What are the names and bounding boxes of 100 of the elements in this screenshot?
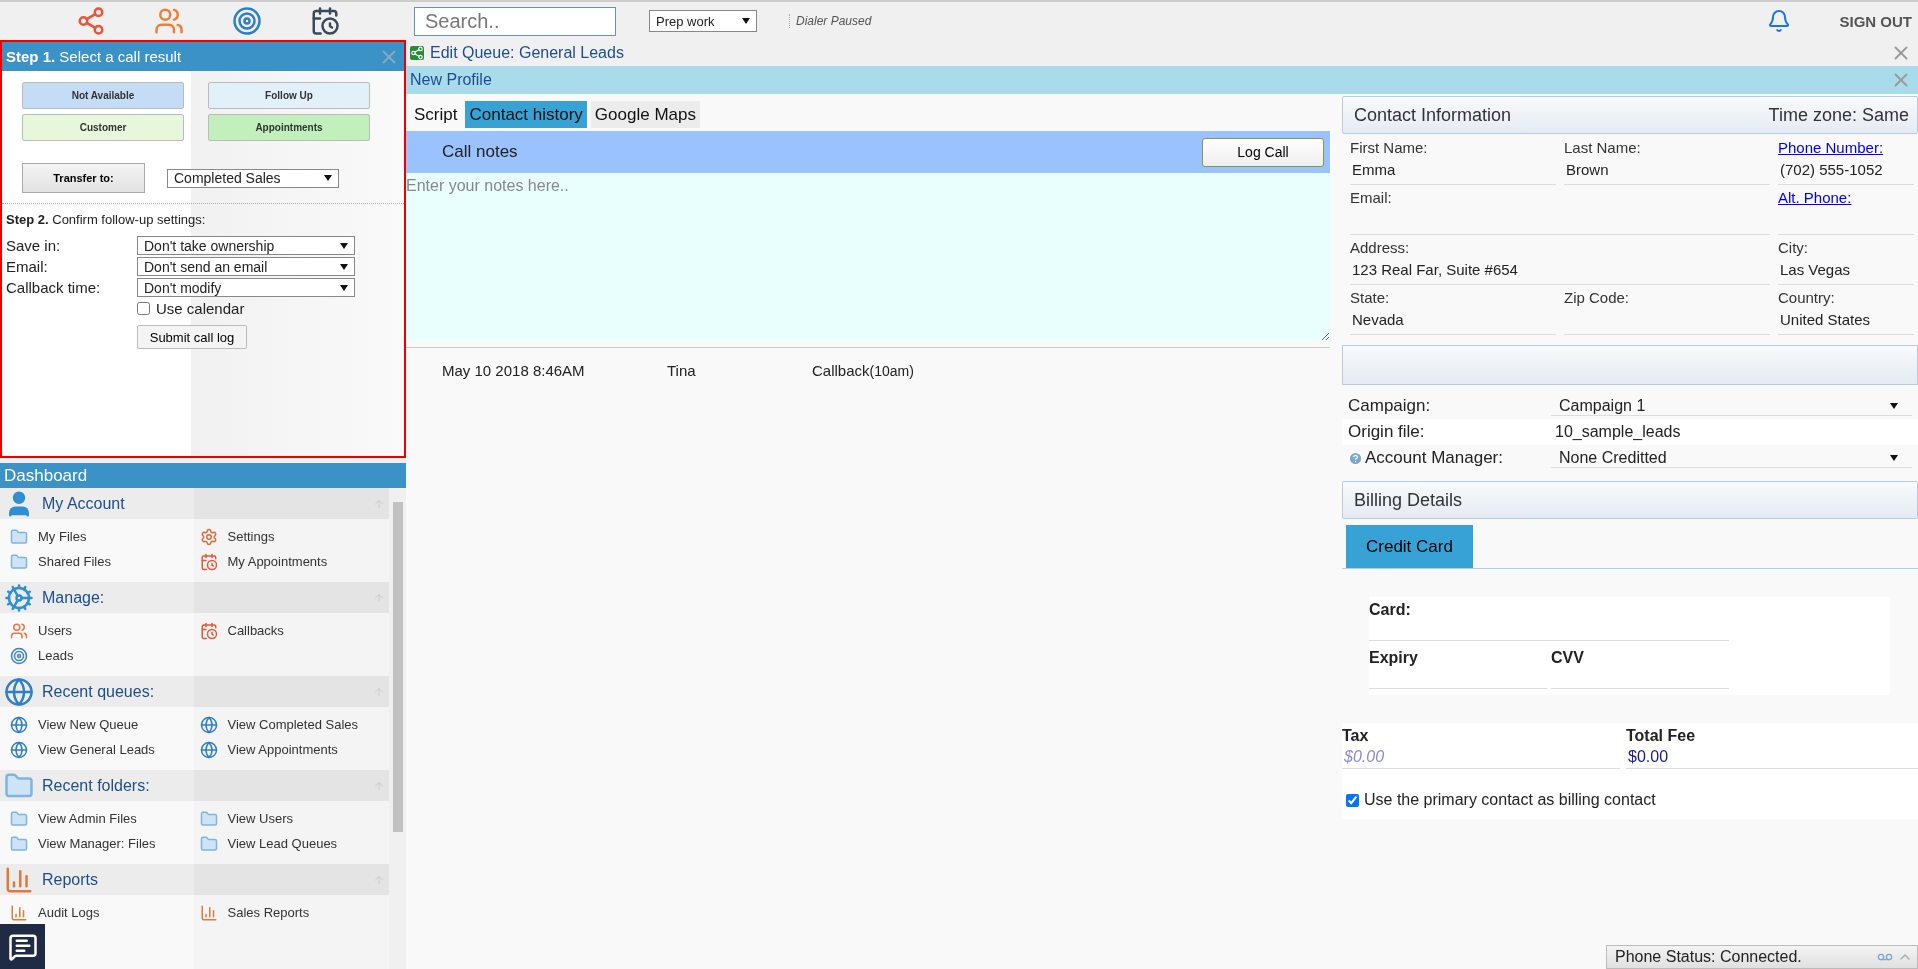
- notes-label: Call notes: [442, 142, 518, 162]
- notification-icon[interactable]: [1767, 9, 1792, 33]
- campaign-value: 10_sample_leads: [1554, 423, 1682, 441]
- history-date: May 10 2018 8:46AM: [442, 362, 586, 379]
- folder-icon: [10, 809, 28, 828]
- setting-label: Save in:: [6, 237, 62, 254]
- share-icon: [410, 46, 424, 60]
- field-value[interactable]: Brown: [1564, 161, 1770, 185]
- transfer-select[interactable]: Completed Sales: [167, 168, 339, 188]
- section-title: Reports: [42, 870, 99, 889]
- section-header[interactable]: Reports: [0, 864, 389, 895]
- log-call-button[interactable]: Log Call: [1202, 137, 1324, 167]
- field-link[interactable]: Phone Number:: [1778, 139, 1914, 161]
- users-icon[interactable]: [154, 6, 184, 36]
- notes-field[interactable]: Enter your notes here..: [406, 173, 1330, 341]
- target-icon: [10, 646, 28, 665]
- dashboard-link[interactable]: My Files: [10, 526, 200, 547]
- dashboard-link[interactable]: Audit Logs: [10, 902, 200, 923]
- section-header[interactable]: Recent folders:: [0, 770, 389, 801]
- setting-select[interactable]: Don't send an email: [137, 257, 355, 276]
- tab[interactable]: Credit Card: [1346, 525, 1473, 568]
- dashboard-link[interactable]: My Appointments: [199, 551, 389, 572]
- result-button[interactable]: Follow Up: [208, 82, 370, 109]
- calendar-icon[interactable]: [310, 6, 340, 36]
- history-result: Callback(10am): [812, 362, 915, 379]
- tab[interactable]: Script: [410, 101, 462, 128]
- dashboard-link[interactable]: Sales Reports: [199, 902, 389, 923]
- profile-title: New Profile: [410, 71, 492, 89]
- dashboard-link[interactable]: View Admin Files: [10, 808, 200, 829]
- caret-icon: [1890, 454, 1898, 461]
- dashboard-link[interactable]: Shared Files: [10, 551, 200, 572]
- field-label: Tax: [1342, 727, 1370, 745]
- chat-button[interactable]: [0, 924, 45, 969]
- globe-icon: [4, 676, 34, 707]
- transfer-button[interactable]: Transfer to:: [22, 163, 145, 193]
- caret-icon: [324, 175, 332, 181]
- calendar-checkbox[interactable]: [137, 302, 150, 315]
- section-title: Recent queues:: [42, 682, 155, 701]
- field-value[interactable]: Emma: [1350, 161, 1556, 185]
- settings-icon: [199, 527, 218, 546]
- search-field[interactable]: Search..: [414, 6, 616, 36]
- help-icon[interactable]: [1348, 450, 1363, 466]
- submit-button[interactable]: Submit call log: [137, 325, 247, 349]
- section-header[interactable]: My Account: [0, 488, 389, 519]
- setting-select[interactable]: Don't modify: [137, 278, 355, 297]
- dashboard-link[interactable]: Settings: [199, 526, 389, 547]
- setting-label: Callback time:: [6, 279, 102, 296]
- section-header[interactable]: Recent queues:: [0, 676, 389, 707]
- result-button[interactable]: Not Available: [22, 82, 184, 109]
- result-button[interactable]: Customer: [22, 114, 184, 141]
- billing-checkbox[interactable]: [1346, 793, 1359, 807]
- panel-title: Contact Information: [1354, 104, 1512, 126]
- field-label: Zip Code:: [1564, 289, 1631, 308]
- users-icon: [10, 621, 28, 640]
- campaign-select[interactable]: None Creditted: [1551, 448, 1912, 468]
- dashboard-link[interactable]: View Manager: Files: [10, 833, 200, 854]
- field-link[interactable]: Alt. Phone:: [1778, 189, 1914, 211]
- dashboard-link[interactable]: View General Leads: [10, 739, 200, 760]
- timezone-label: Time zone: Same: [1768, 104, 1909, 126]
- setting-select[interactable]: Don't take ownership: [137, 236, 355, 255]
- globe-icon: [10, 715, 28, 734]
- section-header[interactable]: Manage:: [0, 582, 389, 613]
- gear-icon: [4, 582, 34, 613]
- dashboard-link[interactable]: View Users: [199, 808, 389, 829]
- status-select[interactable]: Prep work: [649, 10, 757, 32]
- field-value[interactable]: United States: [1778, 311, 1914, 335]
- field-label: Address:: [1350, 239, 1411, 258]
- campaign-label: Origin file:: [1347, 422, 1426, 442]
- field-value[interactable]: 123 Real Far, Suite #654: [1350, 261, 1770, 285]
- field-label: Last Name:: [1564, 139, 1642, 158]
- result-button[interactable]: Appointments: [208, 114, 370, 141]
- dashboard-link[interactable]: Users: [10, 620, 200, 641]
- caret-icon: [340, 263, 348, 270]
- caret-icon: [340, 284, 348, 291]
- campaign-select[interactable]: Campaign 1: [1551, 396, 1912, 416]
- campaign-label: Account Manager:: [1342, 448, 1551, 468]
- campaign-label: Campaign:: [1347, 396, 1432, 416]
- chart-icon: [199, 903, 218, 922]
- globe-icon: [10, 740, 28, 759]
- dashboard-link[interactable]: View New Queue: [10, 714, 200, 735]
- folder-icon: [199, 834, 218, 853]
- globe-icon: [199, 715, 218, 734]
- dashboard-link[interactable]: Callbacks: [199, 620, 389, 641]
- dashboard-link[interactable]: View Appointments: [199, 739, 389, 760]
- dashboard-link[interactable]: View Completed Sales: [199, 714, 389, 735]
- dashboard-link[interactable]: View Lead Queues: [199, 833, 389, 854]
- queue-title: Edit Queue: General Leads: [430, 44, 624, 62]
- tab[interactable]: Contact history: [465, 101, 587, 128]
- dashboard-link[interactable]: Leads: [10, 645, 200, 666]
- sign-out-link[interactable]: SIGN OUT: [1839, 12, 1912, 30]
- field-value[interactable]: Las Vegas: [1778, 261, 1914, 285]
- chart-icon: [10, 903, 28, 922]
- field-value[interactable]: Nevada: [1350, 311, 1556, 335]
- phone-status: Phone Status: Connected.: [1615, 948, 1802, 966]
- target-icon[interactable]: [232, 6, 262, 36]
- field-value[interactable]: (702) 555-1052: [1778, 161, 1914, 185]
- folder-icon: [10, 552, 28, 571]
- field-label: First Name:: [1350, 139, 1429, 158]
- setting-label: Email:: [6, 258, 49, 275]
- tab[interactable]: Google Maps: [590, 101, 700, 128]
